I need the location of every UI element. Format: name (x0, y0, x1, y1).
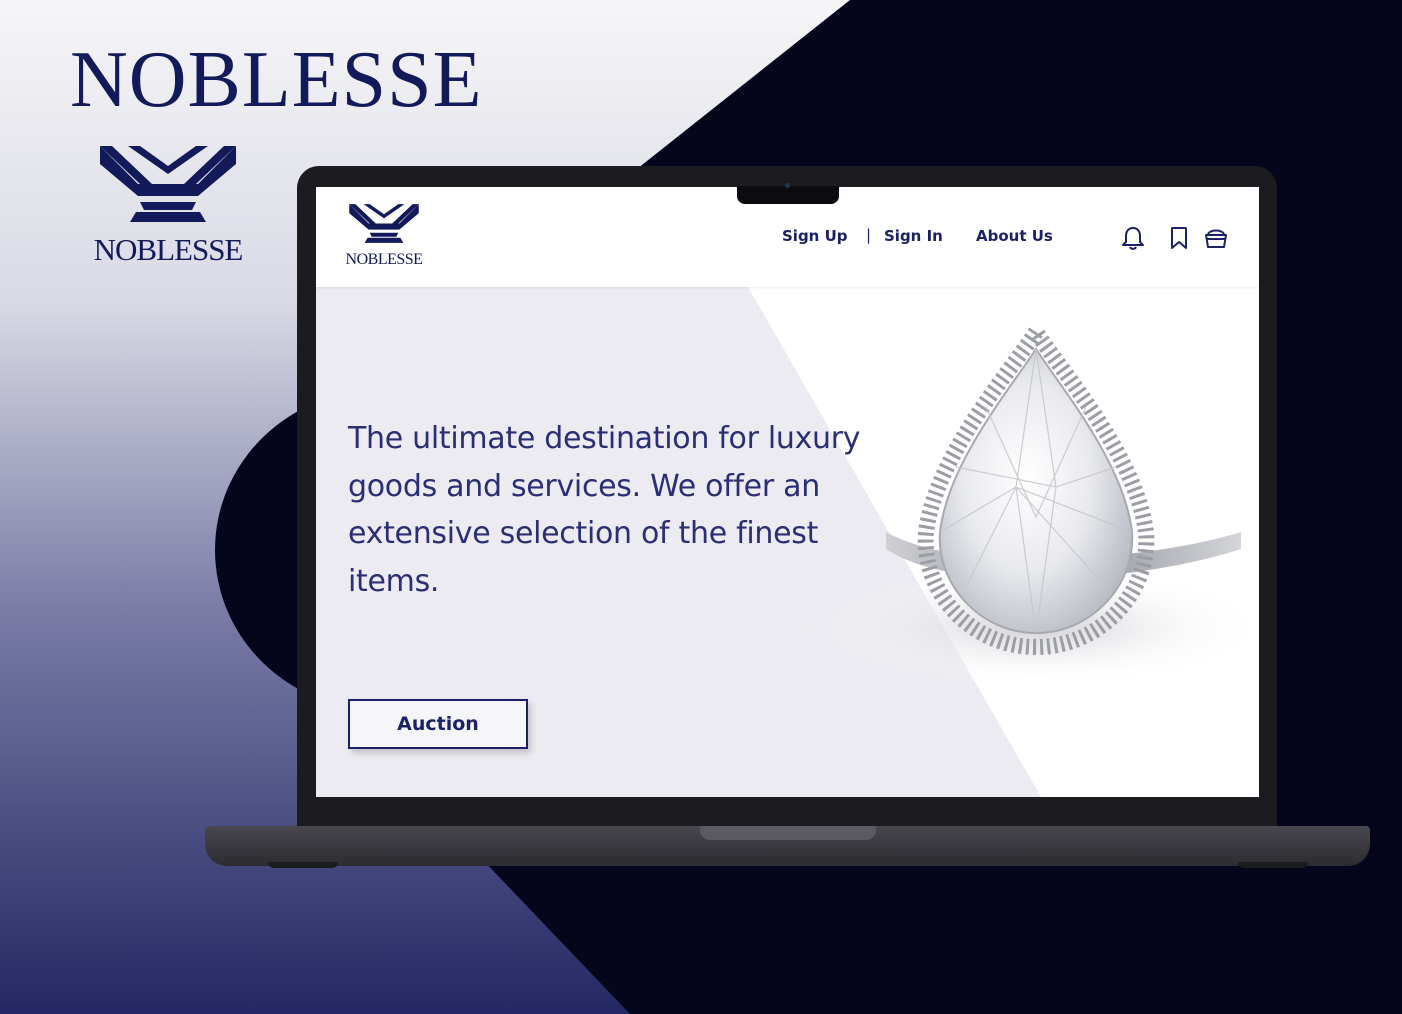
site-logo-text: NOBLESSE (345, 251, 423, 268)
laptop-screen: NOBLESSE Sign Up | Sign In About Us The … (316, 187, 1259, 797)
cart-icon[interactable] (1203, 225, 1229, 251)
sign-up-link[interactable]: Sign Up (782, 227, 848, 245)
crown-logo-icon (100, 146, 236, 222)
bell-icon[interactable] (1120, 225, 1146, 251)
crown-logo-icon (349, 204, 419, 243)
laptop-notch (737, 183, 839, 204)
bookmark-icon[interactable] (1166, 225, 1192, 251)
auction-button[interactable]: Auction (348, 699, 528, 749)
brand-logo: NOBLESSE (88, 140, 248, 280)
camera-icon (785, 183, 790, 188)
about-us-link[interactable]: About Us (976, 227, 1053, 245)
brand-logo-text: NOBLESSE (93, 232, 244, 267)
sign-in-link[interactable]: Sign In (884, 227, 943, 245)
laptop-hinge (700, 826, 876, 840)
brand-title: NOBLESSE (70, 36, 483, 124)
hero-text: The ultimate destination for luxury good… (348, 421, 861, 599)
site-logo[interactable]: NOBLESSE (342, 201, 426, 271)
laptop-foot-left (268, 862, 338, 868)
nav-separator: | (866, 226, 872, 244)
laptop-foot-right (1238, 862, 1308, 868)
